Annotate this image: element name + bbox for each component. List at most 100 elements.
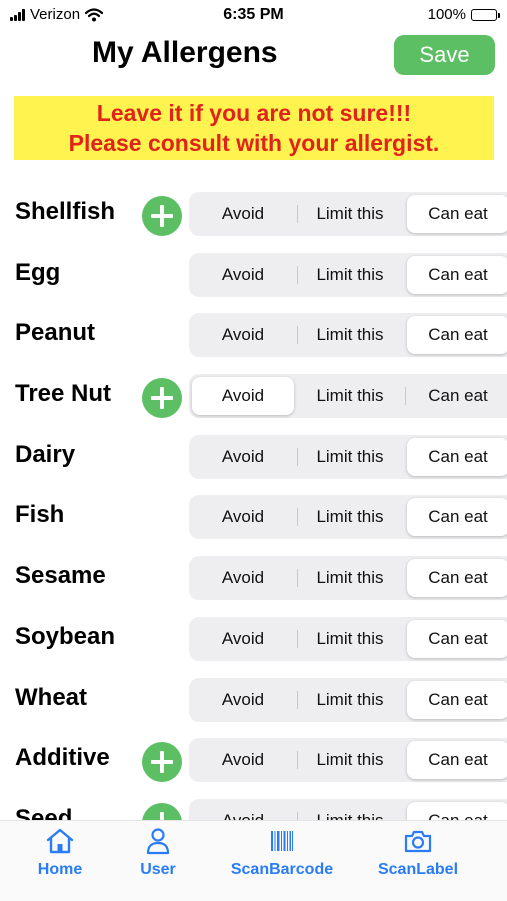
- battery-icon: [471, 8, 500, 21]
- allergen-name: Fish: [15, 501, 65, 529]
- severity-segmented-control[interactable]: AvoidLimit thisCan eat: [189, 252, 507, 297]
- segment-can-eat[interactable]: Can eat: [407, 498, 507, 537]
- status-bar: Verizon 6:35 PM 100%: [0, 0, 507, 30]
- tab-bar: Home User ScanBarcode ScanLabel: [0, 820, 507, 901]
- severity-segmented-control[interactable]: AvoidLimit thisCan eat: [189, 556, 507, 601]
- allergen-row: Shellfish Avoid Limit this Can eat: [0, 184, 507, 245]
- segment-limit-this[interactable]: Limit this: [299, 802, 401, 820]
- tab-home-label: Home: [37, 861, 83, 878]
- allergen-name: Wheat: [15, 683, 87, 711]
- allergen-row: Dairy Avoid Limit this Can eat: [0, 427, 507, 488]
- severity-segmented-control[interactable]: AvoidLimit thisCan eat: [189, 616, 507, 661]
- severity-segmented-control[interactable]: Avoid Limit this Can eat: [189, 798, 507, 820]
- tab-scanlabel[interactable]: ScanLabel: [368, 827, 468, 879]
- allergen-name: Egg: [15, 258, 61, 286]
- allergen-name: Tree Nut: [15, 380, 112, 408]
- allergen-row: Wheat Avoid Limit this Can eat: [0, 670, 507, 731]
- segment-limit-this[interactable]: Limit this: [299, 316, 401, 354]
- severity-segmented-control[interactable]: AvoidLimit thisCan eat: [189, 434, 507, 479]
- tab-scanbarcode-label: ScanBarcode: [230, 861, 334, 878]
- segment-limit-this[interactable]: Limit this: [299, 559, 401, 597]
- allergen-row: Additive Avoid Limit this Can eat: [0, 730, 507, 791]
- segment-limit-this[interactable]: Limit this: [299, 741, 401, 779]
- allergen-name: Seed: [15, 804, 73, 820]
- allergen-name: Peanut: [15, 319, 96, 347]
- allergen-name: Soybean: [15, 622, 116, 650]
- segment-limit-this[interactable]: Limit this: [299, 377, 401, 415]
- allergen-name: Dairy: [15, 440, 76, 468]
- segment-can-eat[interactable]: Can eat: [407, 680, 507, 719]
- allergen-name: Additive: [15, 744, 110, 772]
- segment-can-eat[interactable]: Can eat: [407, 195, 507, 233]
- severity-segmented-control[interactable]: AvoidLimit thisCan eat: [189, 677, 507, 722]
- segment-can-eat[interactable]: Can eat: [407, 437, 507, 476]
- page-title: My Allergens: [92, 36, 278, 69]
- segment-divider: [297, 265, 298, 284]
- allergen-row: Peanut Avoid Limit this Can eat: [0, 305, 507, 366]
- segment-can-eat[interactable]: Can eat: [407, 801, 507, 820]
- segment-can-eat[interactable]: Can eat: [407, 316, 507, 355]
- severity-segmented-control[interactable]: AvoidLimit thisCan eat: [189, 374, 507, 419]
- barcode-icon: [271, 831, 293, 851]
- segment-can-eat[interactable]: Can eat: [407, 741, 507, 780]
- home-icon: [46, 828, 74, 854]
- allergen-row: Egg Avoid Limit this Can eat: [0, 245, 507, 306]
- warning-line-2: Please consult with your allergist.: [68, 130, 440, 156]
- segment-avoid[interactable]: Avoid: [192, 195, 294, 233]
- segment-avoid[interactable]: Avoid: [192, 802, 294, 820]
- segment-limit-this[interactable]: Limit this: [299, 681, 401, 719]
- tab-user[interactable]: User: [128, 827, 188, 879]
- segment-avoid[interactable]: Avoid: [192, 559, 294, 597]
- tab-home[interactable]: Home: [30, 827, 90, 879]
- segment-can-eat[interactable]: Can eat: [407, 619, 507, 658]
- segment-avoid[interactable]: Avoid: [192, 681, 294, 719]
- segment-can-eat[interactable]: Can eat: [407, 255, 507, 294]
- plus-icon[interactable]: [142, 802, 182, 820]
- segment-avoid[interactable]: Avoid: [192, 256, 294, 294]
- segment-divider: [297, 751, 298, 770]
- segment-avoid[interactable]: Avoid: [192, 316, 294, 354]
- segment-divider: [297, 569, 298, 588]
- segment-limit-this[interactable]: Limit this: [299, 438, 401, 476]
- severity-segmented-control[interactable]: AvoidLimit thisCan eat: [189, 313, 507, 358]
- segment-avoid[interactable]: Avoid: [192, 377, 294, 416]
- allergen-list[interactable]: Shellfish Avoid Limit this Can eat Egg Avoid L…: [0, 184, 507, 820]
- segment-divider: [297, 629, 298, 648]
- segment-avoid[interactable]: Avoid: [192, 438, 294, 476]
- battery-percent: 100%: [427, 6, 466, 23]
- segment-can-eat[interactable]: Can eat: [407, 377, 507, 415]
- segment-avoid[interactable]: Avoid: [192, 620, 294, 658]
- allergen-row: Tree Nut Avoid Limit this Can eat: [0, 366, 507, 427]
- warning-banner: Leave it if you are not sure!!! Please c…: [14, 96, 494, 160]
- allergen-row: Fish Avoid Limit this Can eat: [0, 487, 507, 548]
- allergen-name: Shellfish: [15, 198, 116, 225]
- tab-scanlabel-label: ScanLabel: [377, 861, 459, 878]
- segment-limit-this[interactable]: Limit this: [299, 620, 401, 658]
- segment-divider: [297, 205, 298, 223]
- camera-icon: [404, 830, 432, 853]
- severity-segmented-control[interactable]: AvoidLimit thisCan eat: [189, 495, 507, 540]
- severity-segmented-control[interactable]: AvoidLimit thisCan eat: [189, 738, 507, 783]
- plus-icon[interactable]: [142, 378, 182, 419]
- segment-divider: [297, 447, 298, 466]
- severity-segmented-control[interactable]: AvoidLimit thisCan eat: [189, 192, 507, 236]
- allergen-row: Sesame Avoid Limit this Can eat: [0, 548, 507, 609]
- segment-divider: [405, 387, 406, 406]
- plus-icon[interactable]: [142, 742, 182, 783]
- segment-limit-this[interactable]: Limit this: [299, 195, 401, 233]
- tab-scanbarcode[interactable]: ScanBarcode: [222, 827, 342, 879]
- tab-user-label: User: [140, 861, 176, 878]
- segment-limit-this[interactable]: Limit this: [299, 256, 401, 294]
- segment-avoid[interactable]: Avoid: [192, 498, 294, 536]
- save-button[interactable]: Save: [394, 35, 495, 75]
- segment-divider: [297, 326, 298, 345]
- warning-line-1: Leave it if you are not sure!!!: [96, 100, 412, 126]
- allergen-row: Seed Avoid Limit this Can eat: [0, 791, 507, 820]
- segment-limit-this[interactable]: Limit this: [299, 498, 401, 536]
- segment-divider: [297, 508, 298, 527]
- plus-icon[interactable]: [142, 196, 182, 236]
- segment-can-eat[interactable]: Can eat: [407, 559, 507, 598]
- allergen-name: Sesame: [15, 562, 106, 590]
- segment-avoid[interactable]: Avoid: [192, 741, 294, 779]
- segment-divider: [297, 811, 298, 820]
